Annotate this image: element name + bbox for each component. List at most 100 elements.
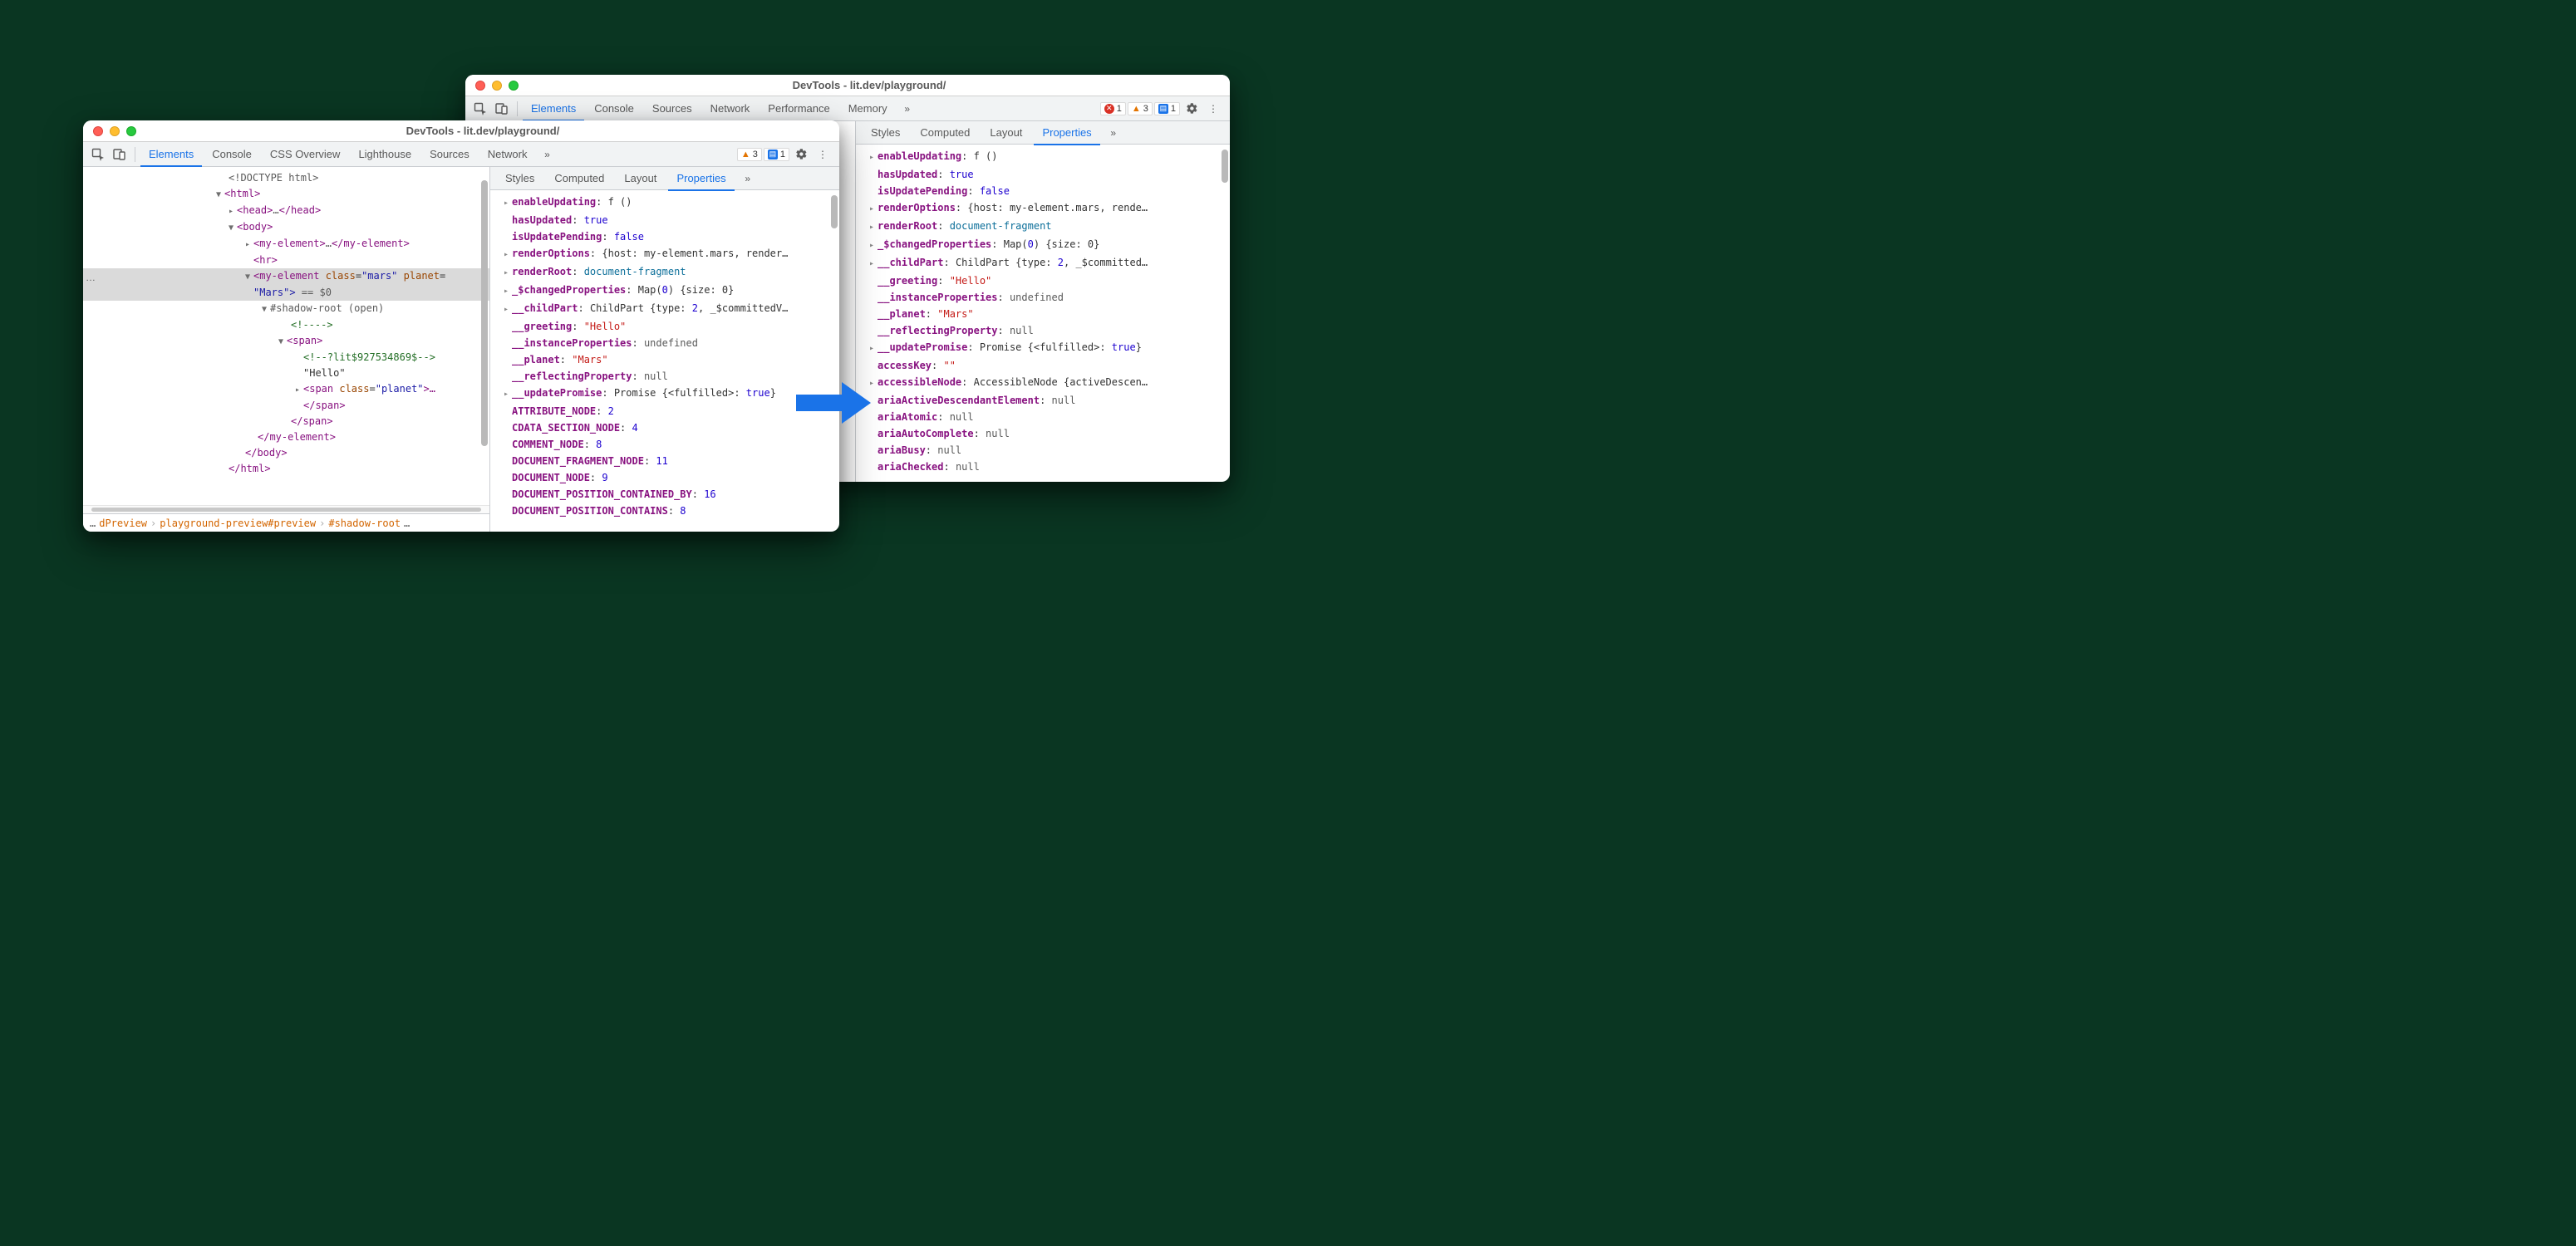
scrollbar[interactable] bbox=[1222, 125, 1228, 478]
breadcrumb[interactable]: … dPreview › playground-preview#preview … bbox=[83, 513, 489, 532]
issue-badge[interactable]: ▤1 bbox=[1154, 102, 1180, 115]
dom-body-open[interactable]: ▼<body> bbox=[83, 219, 489, 236]
subtab-layout[interactable]: Layout bbox=[616, 167, 665, 191]
dom-hr[interactable]: <hr> bbox=[83, 253, 489, 268]
breadcrumb-item[interactable]: playground-preview#preview bbox=[160, 518, 316, 529]
property-row[interactable]: ariaActiveDescendantElement: null bbox=[861, 392, 1225, 409]
property-row[interactable]: __planet: "Mars" bbox=[495, 351, 834, 368]
property-row[interactable]: ▸renderRoot: document-fragment bbox=[495, 263, 834, 282]
inspect-icon[interactable] bbox=[88, 145, 108, 164]
more-subtabs-icon[interactable]: » bbox=[738, 169, 758, 189]
breadcrumb-item[interactable]: #shadow-root bbox=[328, 518, 401, 529]
gear-icon[interactable] bbox=[1182, 99, 1202, 119]
tab-css-overview[interactable]: CSS Overview bbox=[262, 142, 349, 167]
property-row[interactable]: isUpdatePending: false bbox=[861, 183, 1225, 199]
scrollbar[interactable] bbox=[831, 170, 838, 528]
dom-span-planet[interactable]: ▸<span class="planet">… bbox=[83, 381, 489, 398]
property-row[interactable]: ▸__updatePromise: Promise {<fulfilled>: … bbox=[495, 385, 834, 403]
property-row[interactable]: __instanceProperties: undefined bbox=[495, 335, 834, 351]
property-row[interactable]: ▸enableUpdating: f () bbox=[861, 148, 1225, 166]
property-row[interactable]: ▸_$changedProperties: Map(0) {size: 0} bbox=[495, 282, 834, 300]
dom-comment-lit[interactable]: <!--?lit$927534869$--> bbox=[83, 350, 489, 365]
property-row[interactable]: ▸renderOptions: {host: my-element.mars, … bbox=[861, 199, 1225, 218]
more-tabs-icon[interactable]: » bbox=[897, 99, 917, 119]
issue-badge[interactable]: ▤1 bbox=[764, 148, 789, 161]
property-row[interactable]: ariaChecked: null bbox=[861, 459, 1225, 475]
tab-console[interactable]: Console bbox=[586, 96, 642, 121]
properties-list[interactable]: ▸enableUpdating: f ()hasUpdated: trueisU… bbox=[856, 145, 1230, 482]
error-badge[interactable]: ✕1 bbox=[1100, 102, 1126, 115]
tab-console[interactable]: Console bbox=[204, 142, 260, 167]
more-tabs-icon[interactable]: » bbox=[537, 145, 557, 164]
breadcrumb-next[interactable]: … bbox=[404, 518, 410, 529]
subtab-properties[interactable]: Properties bbox=[1034, 121, 1099, 145]
dom-html-open[interactable]: ▼<html> bbox=[83, 186, 489, 203]
property-row[interactable]: __reflectingProperty: null bbox=[861, 322, 1225, 339]
dom-doctype[interactable]: <!DOCTYPE html> bbox=[83, 170, 489, 186]
minimize-icon[interactable] bbox=[110, 126, 120, 136]
tab-elements[interactable]: Elements bbox=[523, 96, 584, 121]
property-row[interactable]: ▸renderRoot: document-fragment bbox=[861, 218, 1225, 236]
property-row[interactable]: accessKey: "" bbox=[861, 357, 1225, 374]
dom-tree[interactable]: <!DOCTYPE html> ▼<html> ▸<head>…</head> … bbox=[83, 167, 489, 505]
zoom-icon[interactable] bbox=[126, 126, 136, 136]
dom-myel2-open[interactable]: ▼<my-element class="mars" planet= bbox=[83, 268, 489, 285]
property-row[interactable]: ▸__childPart: ChildPart {type: 2, _$comm… bbox=[861, 254, 1225, 272]
dom-shadow-root[interactable]: ▼#shadow-root (open) bbox=[83, 301, 489, 317]
property-row[interactable]: DOCUMENT_POSITION_CONTAINED_BY: 16 bbox=[495, 486, 834, 503]
property-row[interactable]: DOCUMENT_NODE: 9 bbox=[495, 469, 834, 486]
breadcrumb-prev[interactable]: … bbox=[90, 518, 96, 529]
property-row[interactable]: COMMENT_NODE: 8 bbox=[495, 436, 834, 453]
property-row[interactable]: CDATA_SECTION_NODE: 4 bbox=[495, 419, 834, 436]
tab-network[interactable]: Network bbox=[479, 142, 536, 167]
property-row[interactable]: hasUpdated: true bbox=[861, 166, 1225, 183]
dom-body-close[interactable]: </body> bbox=[83, 445, 489, 461]
property-row[interactable]: __greeting: "Hello" bbox=[495, 318, 834, 335]
tab-elements[interactable]: Elements bbox=[140, 142, 202, 167]
breadcrumb-item[interactable]: dPreview bbox=[99, 518, 147, 529]
warning-badge[interactable]: ▲3 bbox=[737, 148, 762, 161]
dom-myel2-close[interactable]: </my-element> bbox=[83, 429, 489, 445]
minimize-icon[interactable] bbox=[492, 81, 502, 91]
property-row[interactable]: ariaAutoComplete: null bbox=[861, 425, 1225, 442]
tab-sources[interactable]: Sources bbox=[421, 142, 478, 167]
device-toggle-icon[interactable] bbox=[110, 145, 130, 164]
property-row[interactable]: ▸renderOptions: {host: my-element.mars, … bbox=[495, 245, 834, 263]
dom-myel2-line2[interactable]: "Mars"> == $0 bbox=[83, 285, 489, 301]
inspect-icon[interactable] bbox=[470, 99, 490, 119]
close-icon[interactable] bbox=[93, 126, 103, 136]
zoom-icon[interactable] bbox=[509, 81, 519, 91]
more-subtabs-icon[interactable]: » bbox=[1104, 123, 1123, 143]
subtab-properties[interactable]: Properties bbox=[668, 167, 734, 191]
subtab-styles[interactable]: Styles bbox=[863, 121, 908, 145]
property-row[interactable]: ariaBusy: null bbox=[861, 442, 1225, 459]
dom-span-open[interactable]: ▼<span> bbox=[83, 333, 489, 350]
dom-span-close2[interactable]: </span> bbox=[83, 414, 489, 429]
property-row[interactable]: DOCUMENT_POSITION_CONTAINS: 8 bbox=[495, 503, 834, 519]
property-row[interactable]: ATTRIBUTE_NODE: 2 bbox=[495, 403, 834, 419]
gear-icon[interactable] bbox=[791, 145, 811, 164]
warning-badge[interactable]: ▲3 bbox=[1128, 102, 1153, 115]
dom-span-close[interactable]: </span> bbox=[83, 398, 489, 414]
property-row[interactable]: ▸__childPart: ChildPart {type: 2, _$comm… bbox=[495, 300, 834, 318]
property-row[interactable]: isUpdatePending: false bbox=[495, 228, 834, 245]
tab-memory[interactable]: Memory bbox=[840, 96, 896, 121]
property-row[interactable]: __reflectingProperty: null bbox=[495, 368, 834, 385]
dom-html-close[interactable]: </html> bbox=[83, 461, 489, 477]
tab-performance[interactable]: Performance bbox=[760, 96, 838, 121]
property-row[interactable]: __planet: "Mars" bbox=[861, 306, 1225, 322]
subtab-computed[interactable]: Computed bbox=[546, 167, 612, 191]
kebab-icon[interactable]: ⋮ bbox=[813, 145, 833, 164]
property-row[interactable]: ariaAtomic: null bbox=[861, 409, 1225, 425]
properties-list[interactable]: ▸enableUpdating: f ()hasUpdated: trueisU… bbox=[490, 190, 839, 532]
property-row[interactable]: ▸__updatePromise: Promise {<fulfilled>: … bbox=[861, 339, 1225, 357]
property-row[interactable]: DOCUMENT_FRAGMENT_NODE: 11 bbox=[495, 453, 834, 469]
dom-hello-text[interactable]: "Hello" bbox=[83, 365, 489, 381]
subtab-layout[interactable]: Layout bbox=[981, 121, 1030, 145]
tab-lighthouse[interactable]: Lighthouse bbox=[350, 142, 420, 167]
property-row[interactable]: ▸_$changedProperties: Map(0) {size: 0} bbox=[861, 236, 1225, 254]
property-row[interactable]: __greeting: "Hello" bbox=[861, 272, 1225, 289]
tab-sources[interactable]: Sources bbox=[644, 96, 701, 121]
subtab-styles[interactable]: Styles bbox=[497, 167, 543, 191]
subtab-computed[interactable]: Computed bbox=[912, 121, 978, 145]
